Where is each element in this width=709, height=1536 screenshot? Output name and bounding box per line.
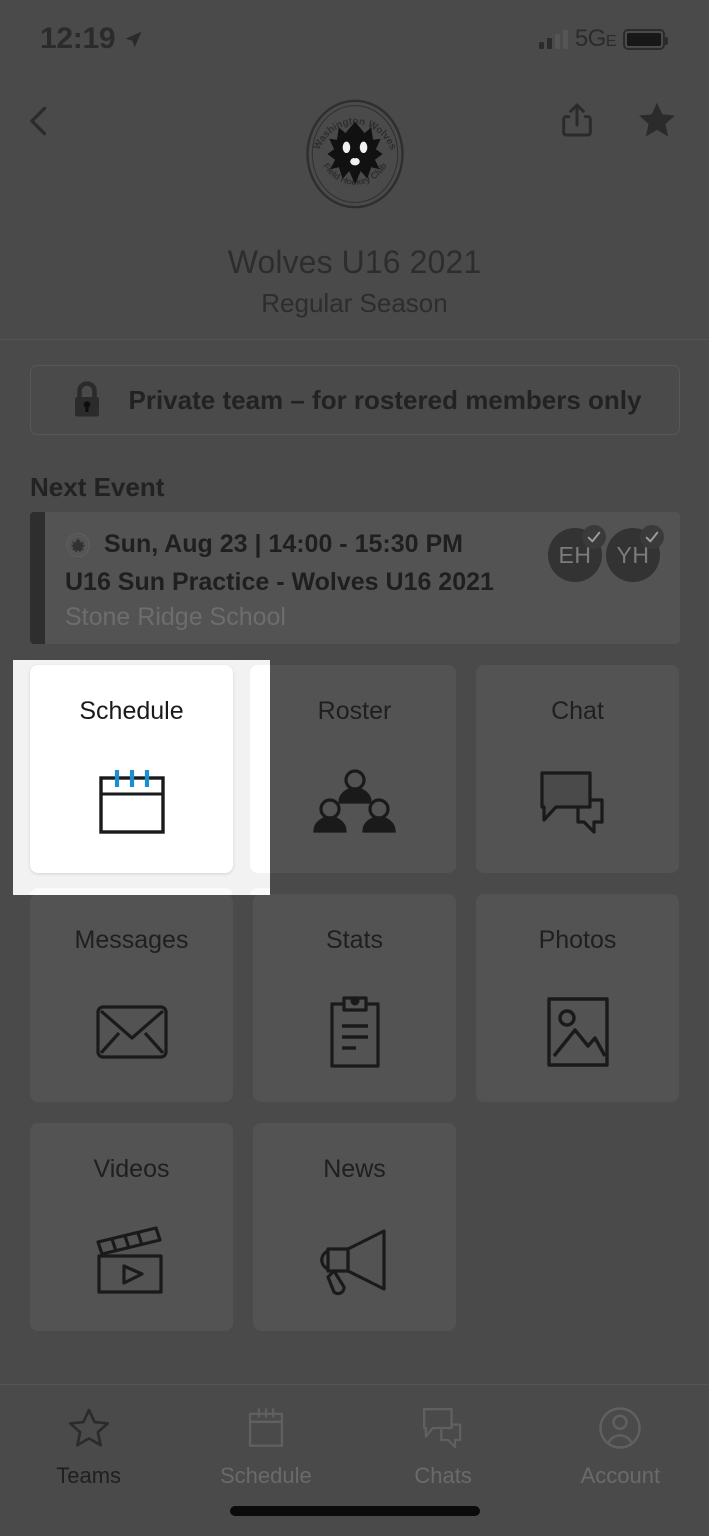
event-attendee-avatars: EH YH: [548, 525, 664, 582]
schedule-tile-spotlight: Schedule: [13, 660, 270, 895]
spotlight-row-below-sliver: [250, 888, 270, 895]
star-filled-icon: [639, 102, 675, 137]
tab-label: Schedule: [220, 1463, 312, 1488]
tile-label: Photos: [538, 926, 617, 954]
back-button[interactable]: [16, 98, 62, 144]
tile-label: Chat: [551, 697, 604, 725]
battery-full-icon: [623, 28, 668, 50]
page-title: Wolves U16 2021: [227, 244, 482, 280]
tab-chats[interactable]: Chats: [355, 1403, 532, 1489]
tile-stats[interactable]: Stats: [253, 894, 456, 1102]
speech-bubbles-outline-icon: [419, 1403, 467, 1453]
tab-schedule[interactable]: Schedule: [177, 1403, 354, 1489]
lock-icon: [69, 378, 105, 422]
tile-label: Roster: [317, 697, 392, 725]
share-button[interactable]: [557, 100, 597, 145]
chevron-left-icon: [30, 106, 47, 136]
tile-roster[interactable]: Roster: [253, 665, 456, 873]
star-outline-icon: [66, 1403, 112, 1453]
person-circle-icon: [597, 1403, 643, 1453]
status-bar-right: 5GE: [538, 25, 668, 53]
tab-label: Chats: [414, 1463, 472, 1488]
tile-label: News: [323, 1155, 386, 1183]
calendar-outline-icon: [244, 1403, 288, 1453]
clipboard-icon: [309, 989, 401, 1075]
status-bar: 12:19 5GE: [0, 0, 709, 78]
home-indicator: [229, 1506, 480, 1516]
tile-label: Schedule: [79, 697, 184, 725]
tile-label: Messages: [74, 926, 189, 954]
check-badge-icon: [582, 525, 606, 549]
team-header: Washington Wolves Field Hockey Club: [0, 78, 709, 340]
tile-messages[interactable]: Messages: [30, 894, 233, 1102]
tile-chat[interactable]: Chat: [476, 665, 679, 873]
envelope-icon: [86, 989, 178, 1075]
next-event-heading: Next Event: [30, 472, 165, 502]
bottom-tab-bar: Teams Schedule Chats Account: [0, 1384, 709, 1536]
washington-wolves-field-hockey-club-logo: Washington Wolves Field Hockey Club: [298, 97, 412, 211]
team-season: Regular Season: [261, 288, 448, 318]
team-logo-icon: [65, 532, 91, 558]
megaphone-icon: [309, 1218, 401, 1304]
calendar-icon: [86, 760, 178, 846]
tab-teams[interactable]: Teams: [0, 1403, 177, 1489]
avatar[interactable]: YH: [606, 525, 664, 582]
private-team-label: Private team – for rostered members only: [128, 384, 642, 415]
spotlight-neighbor-sliver: [250, 665, 270, 873]
tab-account[interactable]: Account: [532, 1403, 709, 1489]
private-team-banner: Private team – for rostered members only: [30, 365, 680, 435]
event-location: Stone Ridge School: [65, 603, 286, 631]
status-bar-time: 12:19: [40, 22, 116, 55]
favorite-button[interactable]: [635, 98, 679, 147]
app-screen: 12:19 5GE Washington Wolves Field Ho key…: [0, 0, 709, 1536]
header-actions: [557, 98, 679, 147]
check-badge-icon: [640, 525, 664, 549]
share-icon: [562, 103, 592, 137]
network-label: 5GE: [574, 25, 617, 52]
location-arrow-icon: [124, 30, 143, 49]
speech-bubbles-icon: [532, 760, 624, 846]
tile-news[interactable]: News: [253, 1123, 456, 1331]
tile-schedule-highlighted[interactable]: Schedule: [30, 665, 233, 873]
clapperboard-icon: [86, 1218, 178, 1304]
tab-label: Account: [580, 1463, 661, 1488]
cellular-signal-icon: [538, 29, 568, 49]
people-group-icon: [309, 760, 401, 846]
tab-label: Teams: [56, 1463, 122, 1488]
avatar[interactable]: EH: [548, 525, 606, 582]
photo-icon: [532, 989, 624, 1075]
event-accent-bar: [30, 512, 45, 644]
tile-photos[interactable]: Photos: [476, 894, 679, 1102]
event-datetime: Sun, Aug 23 | 14:00 - 15:30 PM: [104, 530, 463, 558]
tile-videos[interactable]: Videos: [30, 1123, 233, 1331]
tile-label: Videos: [93, 1155, 170, 1183]
status-bar-left: 12:19: [40, 22, 143, 56]
spotlight-row-below: [30, 888, 233, 895]
event-body: Sun, Aug 23 | 14:00 - 15:30 PM U16 Sun P…: [45, 512, 680, 644]
next-event-card[interactable]: Sun, Aug 23 | 14:00 - 15:30 PM U16 Sun P…: [30, 512, 680, 644]
tile-label: Stats: [326, 926, 383, 954]
